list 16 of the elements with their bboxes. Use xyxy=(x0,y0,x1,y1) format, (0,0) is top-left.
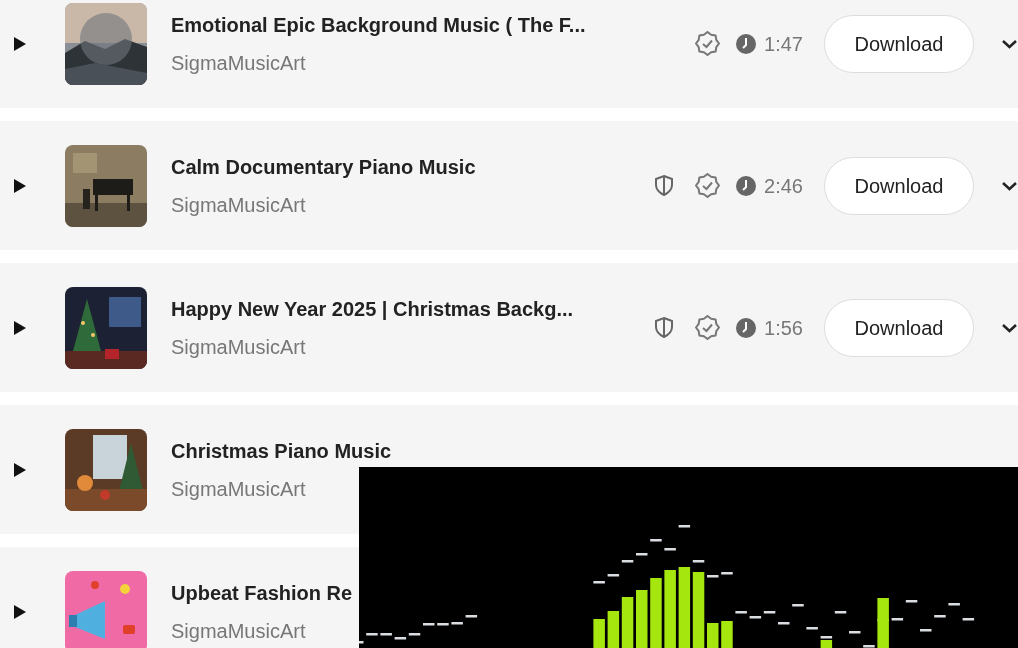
track-title[interactable]: Christmas Piano Music xyxy=(171,435,392,466)
track-title[interactable]: Upbeat Fashion Re xyxy=(171,577,353,608)
track-title[interactable]: Emotional Epic Background Music ( The F... xyxy=(171,9,586,40)
artist-name[interactable]: SigmaMusicArt xyxy=(171,473,306,504)
track-title[interactable]: Happy New Year 2025 | Christmas Backg... xyxy=(171,293,574,324)
download-button[interactable]: Download xyxy=(824,14,974,73)
artist-name[interactable]: SigmaMusicArt xyxy=(171,331,306,362)
download-button[interactable]: Download xyxy=(824,298,974,357)
track-duration: 1:56 xyxy=(764,315,803,341)
artist-name[interactable]: SigmaMusicArt xyxy=(171,47,306,78)
download-button[interactable]: Download xyxy=(824,156,974,215)
artist-name[interactable]: SigmaMusicArt xyxy=(171,189,306,220)
track-duration: 1:47 xyxy=(764,31,803,57)
artist-name[interactable]: SigmaMusicArt xyxy=(171,615,306,646)
track-title[interactable]: Calm Documentary Piano Music xyxy=(171,151,476,182)
track-duration: 2:46 xyxy=(764,173,803,199)
